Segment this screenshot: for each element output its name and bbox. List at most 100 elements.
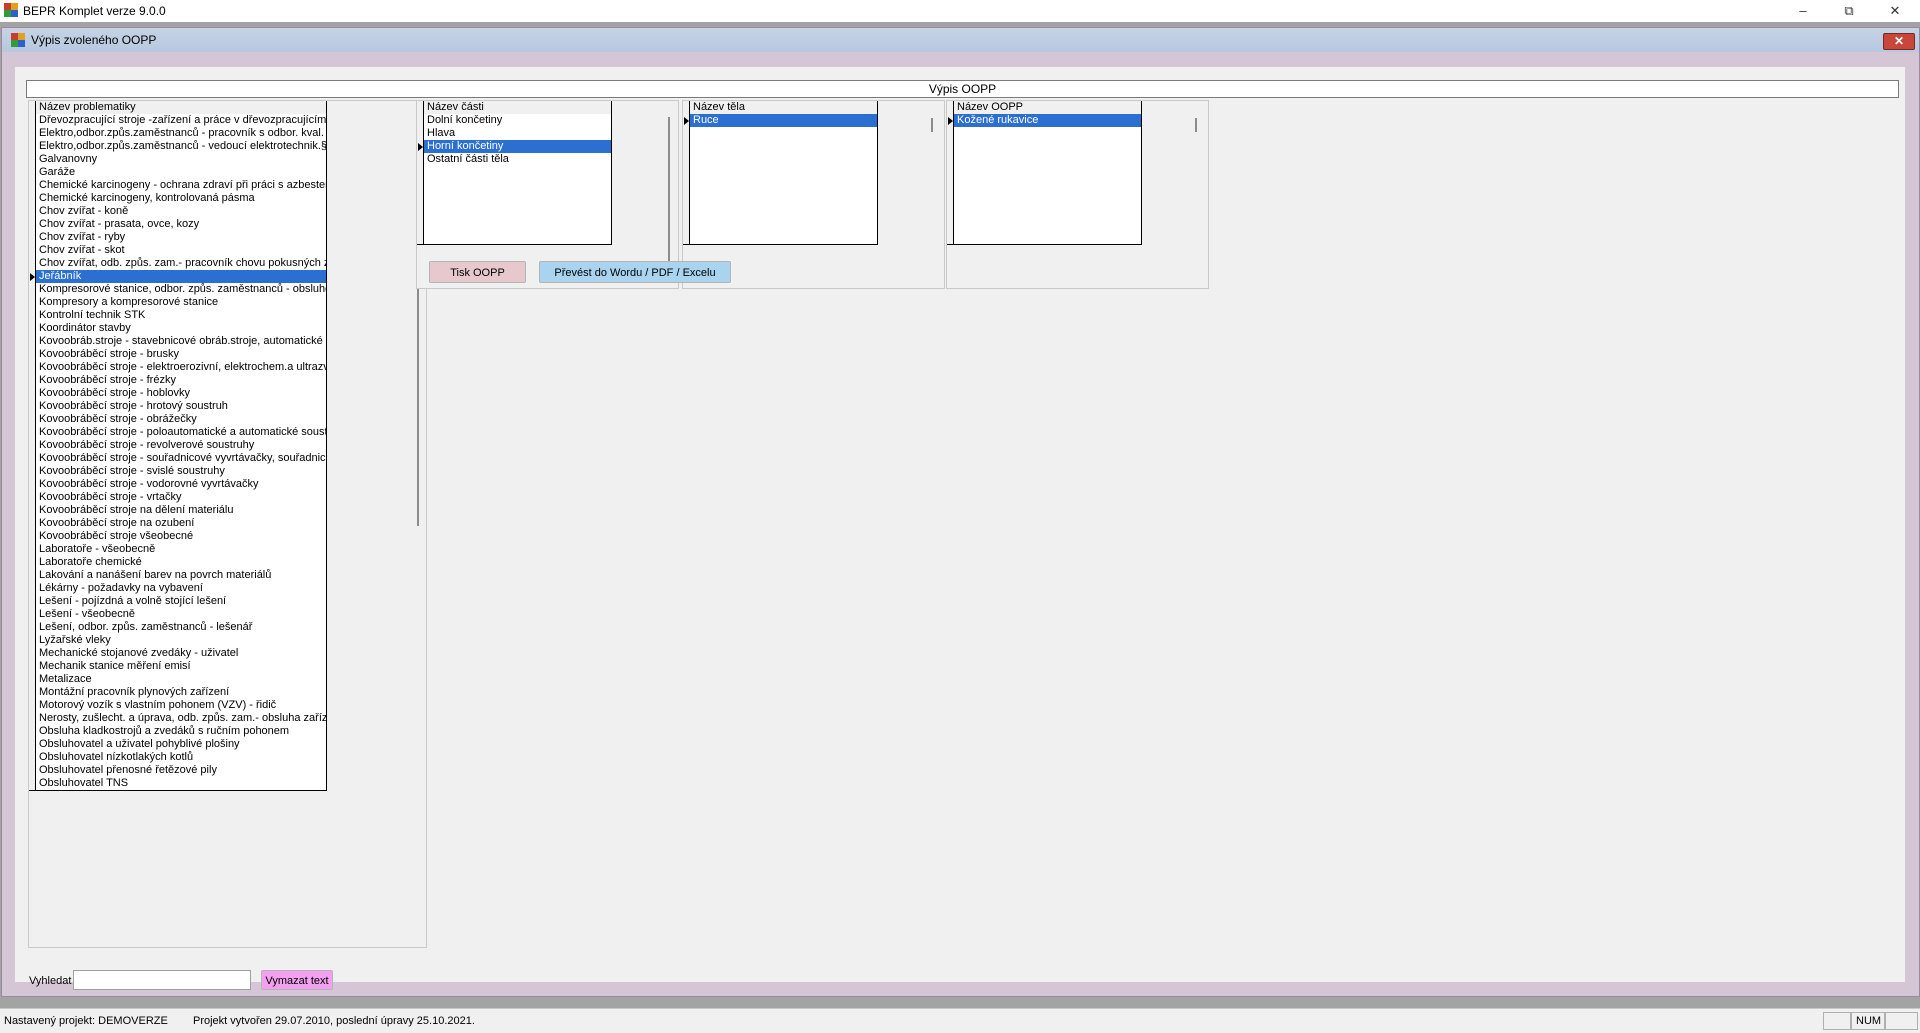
table-row[interactable]: Ruce xyxy=(683,114,878,128)
table-row[interactable]: Kovoobráběcí stroje všeobecné xyxy=(29,530,327,544)
cell xyxy=(424,218,612,231)
row-indicator xyxy=(29,231,36,244)
table-row[interactable]: Kožené rukavice xyxy=(947,114,1142,128)
table-row[interactable]: Nerosty, zušlecht. a úprava, odb. způs. … xyxy=(29,712,327,726)
body-scrollbar[interactable] xyxy=(931,118,933,132)
table-row[interactable]: Lékárny - požadavky na vybavení xyxy=(29,582,327,596)
table-row[interactable]: Lešení - všeobecně xyxy=(29,608,327,622)
parts-scrollbar[interactable] xyxy=(668,117,670,269)
row-indicator xyxy=(29,634,36,647)
row-indicator xyxy=(29,257,36,270)
table-row[interactable]: Obsluhovatel a uživatel pohyblivé plošin… xyxy=(29,738,327,752)
table-row[interactable]: Obsluha kladkostrojů a zvedáků s ručním … xyxy=(29,725,327,739)
row-indicator xyxy=(683,153,690,166)
table-row[interactable]: Chemické karcinogeny - ochrana zdraví př… xyxy=(29,179,327,193)
table-row[interactable]: Obsluhovatel nízkotlakých kotlů xyxy=(29,751,327,765)
export-button[interactable]: Převést do Wordu / PDF / Excelu xyxy=(539,261,731,283)
table-row[interactable]: Montážní pracovník plynových zařízení xyxy=(29,686,327,700)
table-row[interactable]: Lešení - pojízdná a volně stojící lešení xyxy=(29,595,327,609)
row-indicator xyxy=(29,452,36,465)
table-row[interactable]: Kovoobráběcí stroje - brusky xyxy=(29,348,327,362)
table-row[interactable]: Kovoobráběcí stroje - frézky xyxy=(29,374,327,388)
cell: Galvanovny xyxy=(36,153,327,166)
table-row[interactable]: Lyžařské vleky xyxy=(29,634,327,648)
table-row[interactable]: Galvanovny xyxy=(29,153,327,167)
empty-row xyxy=(683,140,878,154)
table-row[interactable]: Obsluhovatel TNS xyxy=(29,777,327,791)
table-row[interactable]: Elektro,odbor.způs.zaměstnanců - pracovn… xyxy=(29,127,327,141)
table-row[interactable]: Chemické karcinogeny, kontrolovaná pásma xyxy=(29,192,327,206)
cell: Kovoobráb.stroje - stavebnicové obráb.st… xyxy=(36,335,327,348)
table-row[interactable]: Laboratoře - všeobecně xyxy=(29,543,327,557)
row-indicator xyxy=(29,413,36,426)
table-row[interactable]: Metalizace xyxy=(29,673,327,687)
table-row[interactable]: Mechanické stojanové zvedáky - uživatel xyxy=(29,647,327,661)
table-row[interactable]: Kovoobráběcí stroje - svislé soustruhy xyxy=(29,465,327,479)
table-row[interactable]: Kovoobráběcí stroje - souřadnicové vyvrt… xyxy=(29,452,327,466)
table-row[interactable]: Mechanik stanice měření emisí xyxy=(29,660,327,674)
search-input[interactable] xyxy=(73,970,251,990)
table-row[interactable]: Motorový vozík s vlastním pohonem (VZV) … xyxy=(29,699,327,713)
table-row[interactable]: Elektro,odbor.způs.zaměstnanců - vedoucí… xyxy=(29,140,327,154)
table-row[interactable]: Horní končetiny xyxy=(417,140,612,154)
cell: Garáže xyxy=(36,166,327,179)
table-row[interactable]: Kovoobráběcí stroje - hrotový soustruh xyxy=(29,400,327,414)
table-row[interactable]: Kovoobráběcí stroje - vrtačky xyxy=(29,491,327,505)
oopp-scrollbar[interactable] xyxy=(1195,118,1197,132)
table-row[interactable]: Kovoobráběcí stroje - vodorovné vyvrtáva… xyxy=(29,478,327,492)
print-oopp-button[interactable]: Tisk OOPP xyxy=(429,261,526,283)
table-row[interactable]: Kovoobráběcí stroje na ozubení xyxy=(29,517,327,531)
table-row[interactable]: Chov zvířat - koně xyxy=(29,205,327,219)
table-row[interactable]: Garáže xyxy=(29,166,327,180)
table-row[interactable]: Koordinátor stavby xyxy=(29,322,327,336)
table-row[interactable]: Chov zvířat - ryby xyxy=(29,231,327,245)
table-row[interactable]: Laboratoře chemické xyxy=(29,556,327,570)
table-row[interactable]: Chov zvířat - prasata, ovce, kozy xyxy=(29,218,327,232)
table-row[interactable]: Jeřábník xyxy=(29,270,327,284)
table-row[interactable]: Kovoobráběcí stroje - hoblovky xyxy=(29,387,327,401)
oopp-grid[interactable]: Název OOPP Kožené rukavice xyxy=(946,100,1209,289)
table-row[interactable]: Kovoobráb.stroje - stavebnicové obráb.st… xyxy=(29,335,327,349)
empty-row xyxy=(683,179,878,193)
table-row[interactable]: Kovoobráběcí stroje - revolverové soustr… xyxy=(29,439,327,453)
clear-text-button[interactable]: Vymazat text xyxy=(261,970,333,990)
table-row[interactable]: Lakování a nanášení barev na povrch mate… xyxy=(29,569,327,583)
empty-row xyxy=(683,166,878,180)
table-row[interactable]: Ostatní části těla xyxy=(417,153,612,167)
row-indicator xyxy=(417,114,424,127)
restore-icon[interactable]: ⧉ xyxy=(1826,0,1872,22)
empty-row xyxy=(683,192,878,206)
cell: Elektro,odbor.způs.zaměstnanců - pracovn… xyxy=(36,127,327,140)
cell: Dolní končetiny xyxy=(424,114,612,127)
table-row[interactable]: Chov zvířat, odb. způs. zam.- pracovník … xyxy=(29,257,327,271)
problems-grid[interactable]: Název problematiky Dřevozpracující stroje… xyxy=(28,100,427,948)
table-row[interactable]: Obsluhovatel přenosné řetězové pily xyxy=(29,764,327,778)
table-row[interactable]: Chov zvířat - skot xyxy=(29,244,327,258)
cell: Lešení - všeobecně xyxy=(36,608,327,621)
minimize-icon[interactable]: – xyxy=(1780,0,1826,22)
row-indicator xyxy=(947,140,954,153)
cell: Chov zvířat - ryby xyxy=(36,231,327,244)
row-indicator xyxy=(683,166,690,179)
table-row[interactable]: Dřevozpracující stroje -zařízení a práce… xyxy=(29,114,327,128)
status-created: Projekt vytvořen 29.07.2010, poslední úp… xyxy=(193,1015,475,1027)
cell: Lyžařské vleky xyxy=(36,634,327,647)
cell: Laboratoře - všeobecně xyxy=(36,543,327,556)
cell xyxy=(690,231,878,244)
child-window: Výpis zvoleného OOPP ✕ Výpis OOPP Název … xyxy=(1,27,1920,997)
table-row[interactable]: Kovoobráběcí stroje - poloautomatické a … xyxy=(29,426,327,440)
close-icon[interactable]: ✕ xyxy=(1872,0,1918,22)
table-row[interactable]: Kompresorové stanice, odbor. způs. zaměs… xyxy=(29,283,327,297)
table-row[interactable]: Kompresory a kompresorové stanice xyxy=(29,296,327,310)
table-row[interactable]: Lešení, odbor. způs. zaměstnanců - lešen… xyxy=(29,621,327,635)
cell xyxy=(954,205,1142,218)
table-row[interactable]: Hlava xyxy=(417,127,612,141)
child-close-button[interactable]: ✕ xyxy=(1883,33,1915,50)
table-row[interactable]: Kontrolní technik STK xyxy=(29,309,327,323)
table-row[interactable]: Kovoobráběcí stroje na dělení materiálu xyxy=(29,504,327,518)
table-row[interactable]: Kovoobráběcí stroje - obrážečky xyxy=(29,413,327,427)
row-indicator xyxy=(29,192,36,205)
row-indicator xyxy=(947,179,954,192)
table-row[interactable]: Kovoobráběcí stroje - elektroerozivní, e… xyxy=(29,361,327,375)
table-row[interactable]: Dolní končetiny xyxy=(417,114,612,128)
